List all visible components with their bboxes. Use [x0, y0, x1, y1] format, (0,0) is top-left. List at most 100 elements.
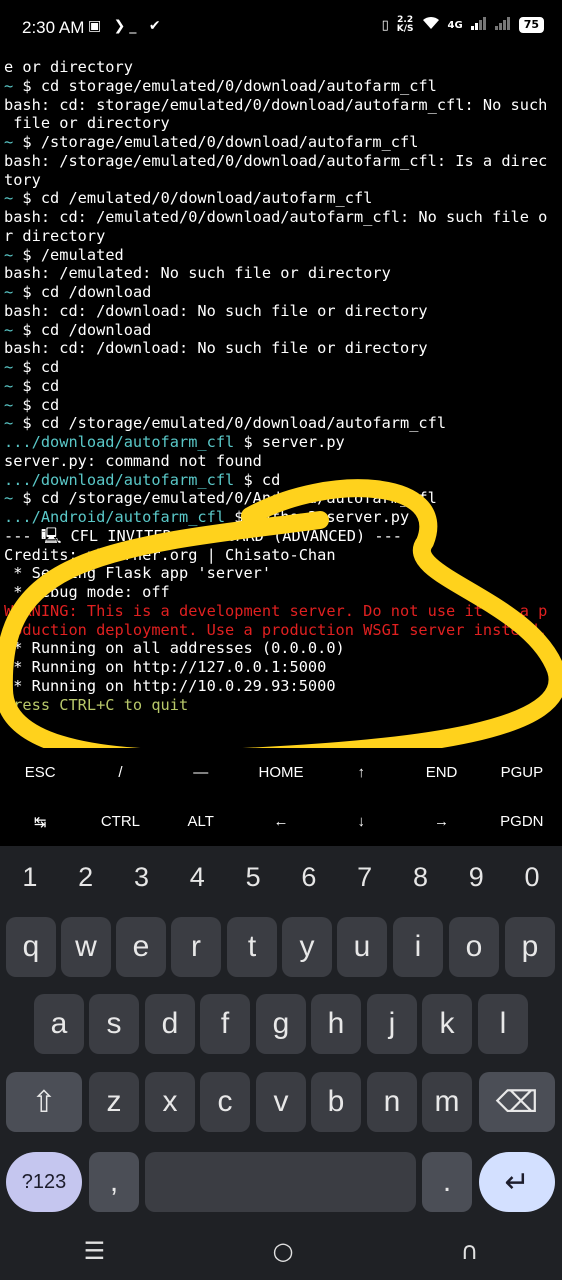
terminal-line: * Running on http://10.0.29.93:5000	[4, 676, 336, 695]
terminal-line: roduction deployment. Use a production W…	[4, 620, 548, 639]
right-arrow-key[interactable]: →	[401, 797, 481, 846]
down-arrow-key[interactable]: ↓	[321, 797, 401, 846]
terminal-line: bash: cd: /download: No such file or dir…	[4, 301, 428, 320]
key-e[interactable]: e	[116, 917, 166, 977]
key-w[interactable]: w	[61, 917, 111, 977]
notification-icons: ▣ ❯_ ✔	[88, 18, 165, 34]
network-type: 4G	[447, 19, 463, 31]
clock: 2:30 AM	[22, 18, 85, 37]
terminal-line: ~ $ /emulated	[4, 245, 124, 264]
terminal-line: Credits: phcorner.org | Chisato-Chan	[4, 545, 336, 564]
letter-row-1: q w e r t y u i o p	[0, 917, 562, 979]
key-z[interactable]: z	[89, 1072, 139, 1132]
terminal-line: * Serving Flask app 'server'	[4, 564, 272, 583]
terminal-line: --- 🖳 CFL INVITER DASHBOARD (ADVANCED) -…	[4, 526, 402, 545]
key-m[interactable]: m	[422, 1072, 472, 1132]
dash-key[interactable]: —	[161, 748, 241, 797]
backspace-icon[interactable]: ⌫	[479, 1072, 555, 1132]
terminal-line: r directory	[4, 226, 106, 245]
terminal-line: ~ $ cd /download	[4, 320, 152, 339]
slash-key[interactable]: /	[80, 748, 160, 797]
symbols-key[interactable]: ?123	[6, 1152, 82, 1212]
terminal-line: ~ $ cd	[4, 358, 60, 376]
key-s[interactable]: s	[89, 994, 139, 1054]
key-0[interactable]: 0	[504, 846, 560, 908]
key-i[interactable]: i	[393, 917, 443, 977]
tab-key[interactable]: ↹	[0, 797, 80, 846]
battery-icon: 75	[518, 17, 544, 33]
key-c[interactable]: c	[200, 1072, 250, 1132]
terminal-line: * Debug mode: off	[4, 583, 170, 601]
back-icon[interactable]: ∩	[461, 1237, 479, 1265]
terminal-line: bash: /emulated: No such file or directo…	[4, 264, 391, 283]
shift-icon[interactable]: ⇧	[6, 1072, 82, 1132]
key-y[interactable]: y	[282, 917, 332, 977]
terminal-line: ~ $ /storage/emulated/0/download/autofar…	[4, 133, 419, 151]
terminal-line: bash: cd: /download: No such file or dir…	[4, 339, 428, 358]
pgdn-key[interactable]: PGDN	[482, 797, 562, 846]
key-b[interactable]: b	[311, 1072, 361, 1132]
status-icons: ▯ 2.2 K/S 4G 75	[382, 16, 544, 34]
letter-row-3: ⇧ z x c v b n m ⌫	[0, 1072, 562, 1134]
terminal-output[interactable]: e or directory ~ $ cd storage/emulated/0/…	[0, 58, 562, 748]
comma-key[interactable]: ,	[89, 1152, 139, 1212]
home-key[interactable]: HOME	[241, 748, 321, 797]
signal-icon-2	[494, 16, 511, 34]
key-x[interactable]: x	[145, 1072, 195, 1132]
key-v[interactable]: v	[256, 1072, 306, 1132]
key-l[interactable]: l	[478, 994, 528, 1054]
terminal-line: bash: /storage/emulated/0/download/autof…	[4, 151, 548, 170]
soft-keyboard: 1 2 3 4 5 6 7 8 9 0 q w e r t y u i o p …	[0, 846, 562, 1280]
key-r[interactable]: r	[171, 917, 221, 977]
key-1[interactable]: 1	[2, 846, 58, 908]
extra-keys-bar: ESC / — HOME ↑ END PGUP ↹ CTRL ALT ← ↓ →…	[0, 748, 562, 846]
esc-key[interactable]: ESC	[0, 748, 80, 797]
recents-icon[interactable]: ☰	[84, 1237, 106, 1265]
key-o[interactable]: o	[449, 917, 499, 977]
key-9[interactable]: 9	[448, 846, 504, 908]
key-u[interactable]: u	[337, 917, 387, 977]
terminal-line: .../Android/autofarm_cfl $ python3 serve…	[4, 508, 410, 526]
key-t[interactable]: t	[227, 917, 277, 977]
terminal-line: Press CTRL+C to quit	[4, 695, 189, 714]
terminal-line: tory	[4, 170, 41, 189]
period-key[interactable]: .	[422, 1152, 472, 1212]
wifi-icon	[422, 16, 440, 34]
status-bar: 2:30 AM ▣ ❯_ ✔ ▯ 2.2 K/S 4G 75	[0, 0, 562, 56]
up-arrow-key[interactable]: ↑	[321, 748, 401, 797]
key-n[interactable]: n	[367, 1072, 417, 1132]
key-6[interactable]: 6	[281, 846, 337, 908]
space-bar[interactable]	[145, 1152, 416, 1212]
terminal-line: ~ $ cd /storage/emulated/0/Android/autof…	[4, 489, 437, 508]
key-j[interactable]: j	[367, 994, 417, 1054]
terminal-line: ~ $ cd	[4, 376, 60, 395]
enter-icon[interactable]: ↵	[479, 1152, 555, 1212]
alt-key[interactable]: ALT	[161, 797, 241, 846]
terminal-line: ~ $ cd storage/emulated/0/download/autof…	[4, 76, 437, 95]
key-k[interactable]: k	[422, 994, 472, 1054]
key-8[interactable]: 8	[393, 846, 449, 908]
key-h[interactable]: h	[311, 994, 361, 1054]
terminal-line: * Running on http://127.0.0.1:5000	[4, 658, 327, 676]
key-3[interactable]: 3	[114, 846, 170, 908]
terminal-line: file or directory	[4, 114, 170, 133]
ctrl-key[interactable]: CTRL	[80, 797, 160, 846]
terminal-line: ~ $ cd /storage/emulated/0/download/auto…	[4, 414, 447, 433]
key-q[interactable]: q	[6, 917, 56, 977]
key-f[interactable]: f	[200, 994, 250, 1054]
key-5[interactable]: 5	[225, 846, 281, 908]
key-7[interactable]: 7	[337, 846, 393, 908]
end-key[interactable]: END	[401, 748, 481, 797]
terminal-line: .../download/autofarm_cfl $ server.py	[4, 433, 345, 451]
key-p[interactable]: p	[505, 917, 555, 977]
key-a[interactable]: a	[34, 994, 84, 1054]
left-arrow-key[interactable]: ←	[241, 797, 321, 846]
pgup-key[interactable]: PGUP	[482, 748, 562, 797]
key-g[interactable]: g	[256, 994, 306, 1054]
home-icon[interactable]: ○	[272, 1237, 293, 1265]
key-4[interactable]: 4	[169, 846, 225, 908]
bottom-row: ?123 , . ↵	[0, 1152, 562, 1214]
key-2[interactable]: 2	[58, 846, 114, 908]
terminal-line: * Running on all addresses (0.0.0.0)	[4, 639, 345, 658]
key-d[interactable]: d	[145, 994, 195, 1054]
